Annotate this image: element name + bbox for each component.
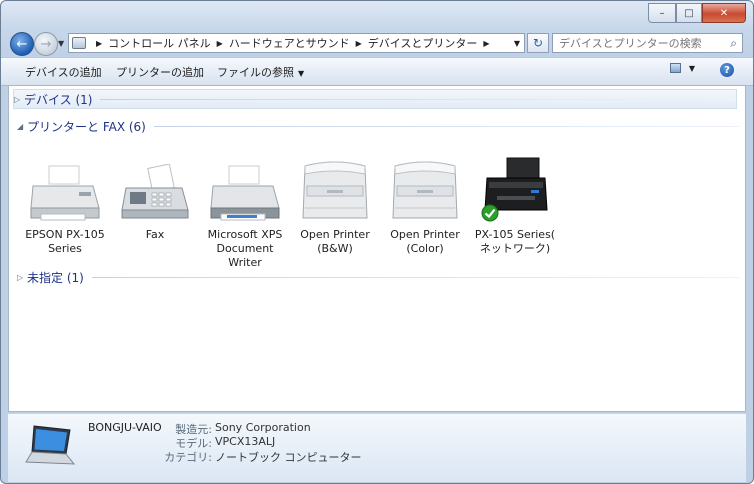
device-label: Open Printer (B&W) xyxy=(300,228,370,255)
group-header-unspecified[interactable]: ▷ 未指定 (1) xyxy=(17,268,739,286)
default-check-icon xyxy=(481,204,499,222)
category-value: ノートブック コンピューター xyxy=(215,451,362,464)
refresh-icon: ↻ xyxy=(532,36,544,50)
device-label: PX-105 Series( ネットワーク) xyxy=(474,228,556,255)
devices-view: ▷ デバイス (1) ◢ プリンターと FAX (6) EPSON PX-105… xyxy=(8,85,746,412)
group-header-printers[interactable]: ◢ プリンターと FAX (6) xyxy=(17,117,739,135)
crumb-devices-printers[interactable]: デバイスとプリンター xyxy=(368,35,478,51)
forward-button[interactable]: → xyxy=(34,32,58,56)
device-label: Fax xyxy=(145,228,165,241)
browse-files-button[interactable]: ファイルの参照 ▼ xyxy=(217,64,304,80)
device-epson-px105[interactable]: EPSON PX-105 Series xyxy=(23,158,107,256)
add-printer-button[interactable]: プリンターの追加 xyxy=(116,64,204,80)
chevron-down-icon: ▼ xyxy=(298,69,305,78)
group-divider xyxy=(100,98,736,100)
details-pane: BONGJU-VAIO 製造元: Sony Corporation モデル: V… xyxy=(8,413,746,482)
manufacturer-value: Sony Corporation xyxy=(215,421,311,434)
address-row: ← → ▼ ▶ コントロール パネル ▶ ハードウェアとサウンド ▶ デバイスと… xyxy=(1,29,753,57)
expand-arrow-icon[interactable]: ▷ xyxy=(14,95,24,104)
group-divider xyxy=(91,276,739,278)
forward-arrow-icon: → xyxy=(40,36,52,52)
group-header-devices[interactable]: ▷ デバイス (1) xyxy=(13,89,737,109)
device-open-printer-color[interactable]: Open Printer (Color) xyxy=(383,158,467,256)
search-icon[interactable]: ⌕ xyxy=(730,36,737,51)
model-value: VPCX13ALJ xyxy=(215,435,276,448)
laptop-icon xyxy=(24,424,76,473)
help-button[interactable]: ? xyxy=(720,63,734,77)
device-label: EPSON PX-105 Series xyxy=(25,228,105,255)
device-fax[interactable]: Fax xyxy=(113,158,197,242)
device-label: Open Printer (Color) xyxy=(390,228,460,255)
inkjet-printer-icon xyxy=(203,158,287,222)
fax-machine-icon xyxy=(113,158,197,222)
device-px105-network[interactable]: PX-105 Series( ネットワーク) xyxy=(473,157,557,256)
device-label: Microsoft XPS Document Writer xyxy=(207,228,283,269)
group-divider xyxy=(153,125,739,127)
refresh-button[interactable]: ↻ xyxy=(527,33,549,53)
group-label-printers: プリンターと FAX (6) xyxy=(27,119,146,134)
change-view-button[interactable]: ▼ xyxy=(669,63,695,73)
crumb-hardware-sound[interactable]: ハードウェアとサウンド xyxy=(229,35,350,51)
explorer-window: – □ ✕ ← → ▼ ▶ コントロール パネル ▶ ハードウェアとサウンド ▶… xyxy=(0,0,754,484)
address-bar[interactable]: ▶ コントロール パネル ▶ ハードウェアとサウンド ▶ デバイスとプリンター … xyxy=(68,33,525,53)
crumb-separator-icon[interactable]: ▶ xyxy=(96,39,102,48)
control-panel-icon xyxy=(72,37,86,49)
collapse-arrow-icon[interactable]: ◢ xyxy=(17,122,27,131)
minimize-button[interactable]: – xyxy=(648,3,676,23)
command-bar: デバイスの追加 プリンターの追加 ファイルの参照 ▼ ▼ ? xyxy=(1,57,753,86)
browse-files-label: ファイルの参照 xyxy=(217,66,294,79)
device-xps-writer[interactable]: Microsoft XPS Document Writer xyxy=(203,158,287,270)
device-open-printer-bw[interactable]: Open Printer (B&W) xyxy=(293,158,377,256)
expand-arrow-icon[interactable]: ▷ xyxy=(17,273,27,282)
address-dropdown-icon[interactable]: ▼ xyxy=(510,39,524,48)
crumb-separator-icon[interactable]: ▶ xyxy=(217,39,223,48)
category-key: カテゴリ: xyxy=(164,451,212,464)
group-label-unspecified: 未指定 (1) xyxy=(27,270,84,285)
inkjet-printer-icon xyxy=(23,158,107,222)
search-input[interactable] xyxy=(557,35,721,51)
search-box[interactable]: ⌕ xyxy=(552,33,743,53)
close-button[interactable]: ✕ xyxy=(702,3,746,23)
back-arrow-icon: ← xyxy=(16,36,28,52)
view-icon xyxy=(669,63,681,73)
caption-buttons: – □ ✕ xyxy=(648,3,746,23)
recent-pages-dropdown[interactable]: ▼ xyxy=(58,39,64,48)
laser-printer-icon xyxy=(293,158,377,222)
chevron-down-icon: ▼ xyxy=(688,63,695,73)
crumb-separator-icon[interactable]: ▶ xyxy=(483,39,489,48)
laser-printer-icon xyxy=(383,158,467,222)
crumb-separator-icon[interactable]: ▶ xyxy=(356,39,362,48)
black-printer-default-icon xyxy=(473,157,557,222)
add-device-button[interactable]: デバイスの追加 xyxy=(25,64,102,80)
group-label-devices: デバイス (1) xyxy=(24,92,93,107)
crumb-control-panel[interactable]: コントロール パネル xyxy=(108,35,211,51)
back-button[interactable]: ← xyxy=(10,32,34,56)
maximize-button[interactable]: □ xyxy=(676,3,702,23)
title-bar[interactable]: – □ ✕ xyxy=(1,1,753,29)
